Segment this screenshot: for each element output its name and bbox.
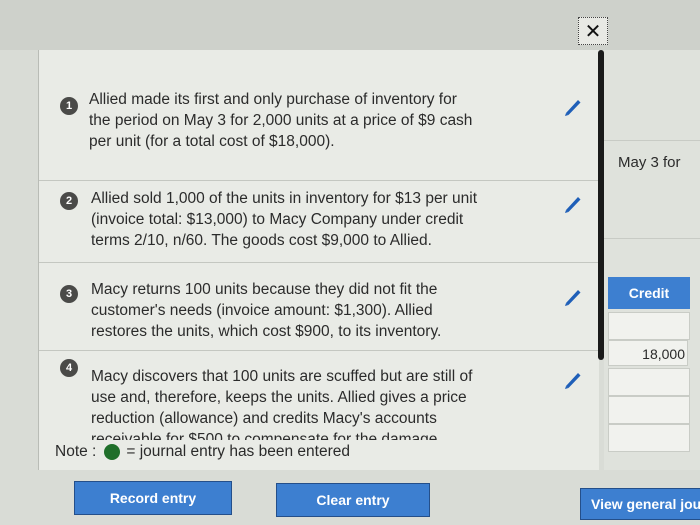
record-entry-button[interactable]: Record entry	[74, 481, 232, 515]
item-number-badge: 4	[60, 359, 78, 377]
credit-column-header: Credit	[608, 277, 690, 309]
credit-cell[interactable]	[608, 424, 690, 452]
credit-cell[interactable]	[608, 368, 690, 396]
clear-entry-button[interactable]: Clear entry	[276, 483, 430, 517]
item-number-badge: 1	[60, 97, 78, 115]
close-icon[interactable]: ✕	[578, 17, 608, 45]
list-item[interactable]: 2 Allied sold 1,000 of the units in inve…	[39, 180, 599, 263]
transaction-list: 1 Allied made its first and only purchas…	[38, 50, 599, 470]
pencil-icon[interactable]	[562, 285, 584, 307]
item-text: Macy discovers that 100 units are scuffe…	[91, 368, 473, 440]
credit-cell[interactable]	[608, 396, 690, 424]
item-text-viewport: Macy discovers that 100 units are scuffe…	[91, 366, 561, 440]
item-text: Allied sold 1,000 of the units in invent…	[91, 190, 478, 249]
list-item[interactable]: 1 Allied made its first and only purchas…	[39, 85, 599, 181]
list-item[interactable]: 4 Macy discovers that 100 units are scuf…	[39, 350, 599, 440]
entry-date: May 3 for	[618, 154, 681, 171]
divider	[604, 140, 700, 141]
pencil-icon[interactable]	[562, 95, 584, 117]
divider	[604, 238, 700, 239]
item-text: Macy returns 100 units because they did …	[91, 281, 442, 340]
journal-preview-panel: May 3 for Credit 18,000	[604, 50, 700, 470]
item-text: Allied made its first and only purchase …	[89, 91, 473, 150]
list-item[interactable]: 3 Macy returns 100 units because they di…	[39, 262, 599, 351]
item-number-badge: 3	[60, 285, 78, 303]
credit-amount-cell[interactable]: 18,000	[608, 340, 688, 366]
credit-cell[interactable]	[608, 312, 690, 340]
entered-status-dot	[104, 444, 121, 460]
note-text: = journal entry has been entered	[126, 443, 350, 460]
pencil-icon[interactable]	[562, 368, 584, 390]
note-label: Note :	[55, 443, 97, 460]
item-number-badge: 2	[60, 192, 78, 210]
legend-note: Note : = journal entry has been entered	[55, 443, 350, 461]
view-general-journal-button[interactable]: View general journal	[580, 488, 700, 520]
pencil-icon[interactable]	[562, 192, 584, 214]
